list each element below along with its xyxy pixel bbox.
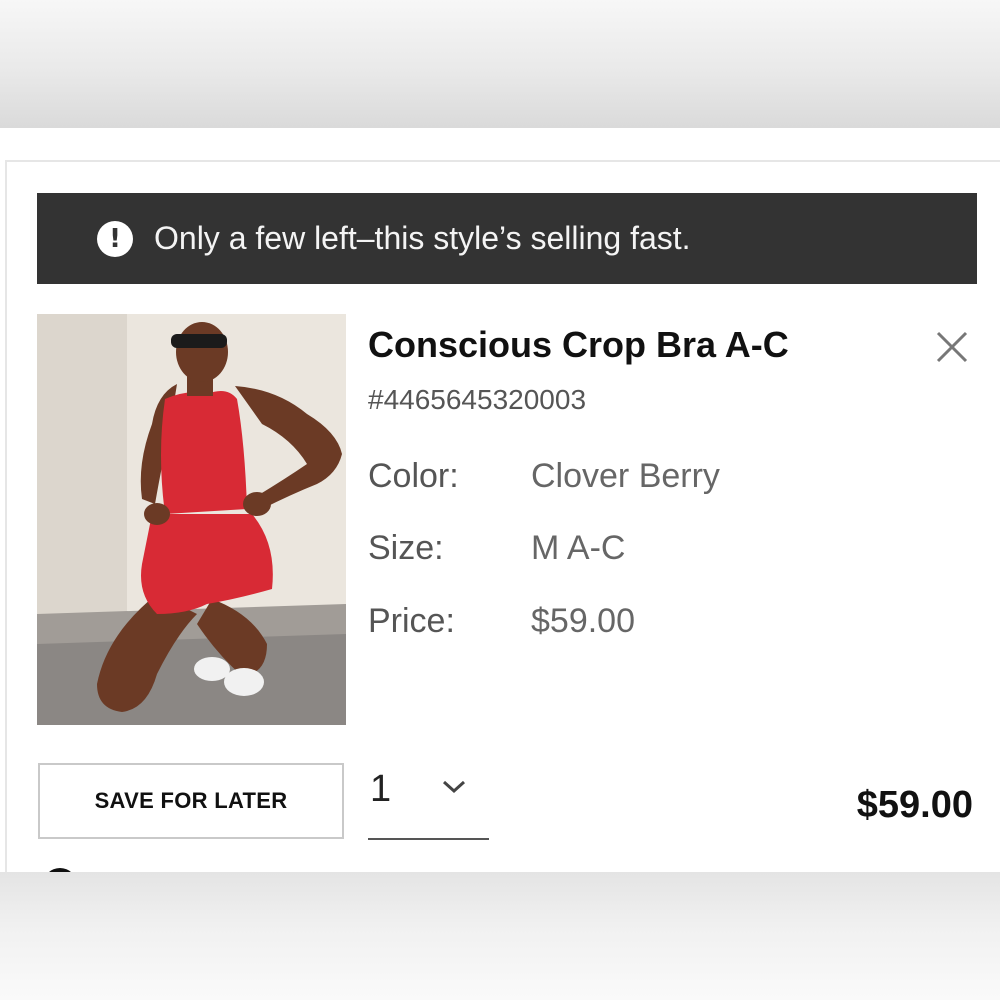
- price-label: Price:: [368, 602, 455, 640]
- low-stock-message: Only a few left–this style’s selling fas…: [154, 220, 691, 256]
- low-stock-banner: ! Only a few left–this style’s selling f…: [37, 193, 977, 284]
- line-total: $59.00: [856, 784, 973, 826]
- size-row: Size: M A-C: [368, 529, 625, 568]
- save-for-later-button[interactable]: SAVE FOR LATER: [38, 763, 344, 839]
- color-label: Color:: [368, 457, 459, 495]
- quantity-select[interactable]: 1: [368, 762, 489, 840]
- product-image[interactable]: [37, 314, 346, 725]
- product-sku: #4465645320003: [368, 384, 587, 415]
- close-icon: [936, 331, 968, 363]
- color-value: Clover Berry: [531, 457, 720, 495]
- quantity-value: 1: [370, 768, 392, 810]
- alert-circle-icon: !: [97, 220, 133, 257]
- cart-item-card: ! Only a few left–this style’s selling f…: [5, 160, 1000, 872]
- remove-item-button[interactable]: [932, 327, 972, 367]
- blurred-background-bottom: [0, 872, 1000, 1000]
- color-row: Color: Clover Berry: [368, 457, 720, 496]
- price-value: $59.00: [531, 602, 635, 640]
- price-row: Price: $59.00: [368, 602, 635, 641]
- chevron-down-icon: [442, 780, 466, 794]
- size-value: M A-C: [531, 529, 626, 567]
- size-label: Size:: [368, 529, 444, 567]
- blurred-background-top: [0, 0, 1000, 128]
- product-title[interactable]: Conscious Crop Bra A-C: [368, 324, 789, 366]
